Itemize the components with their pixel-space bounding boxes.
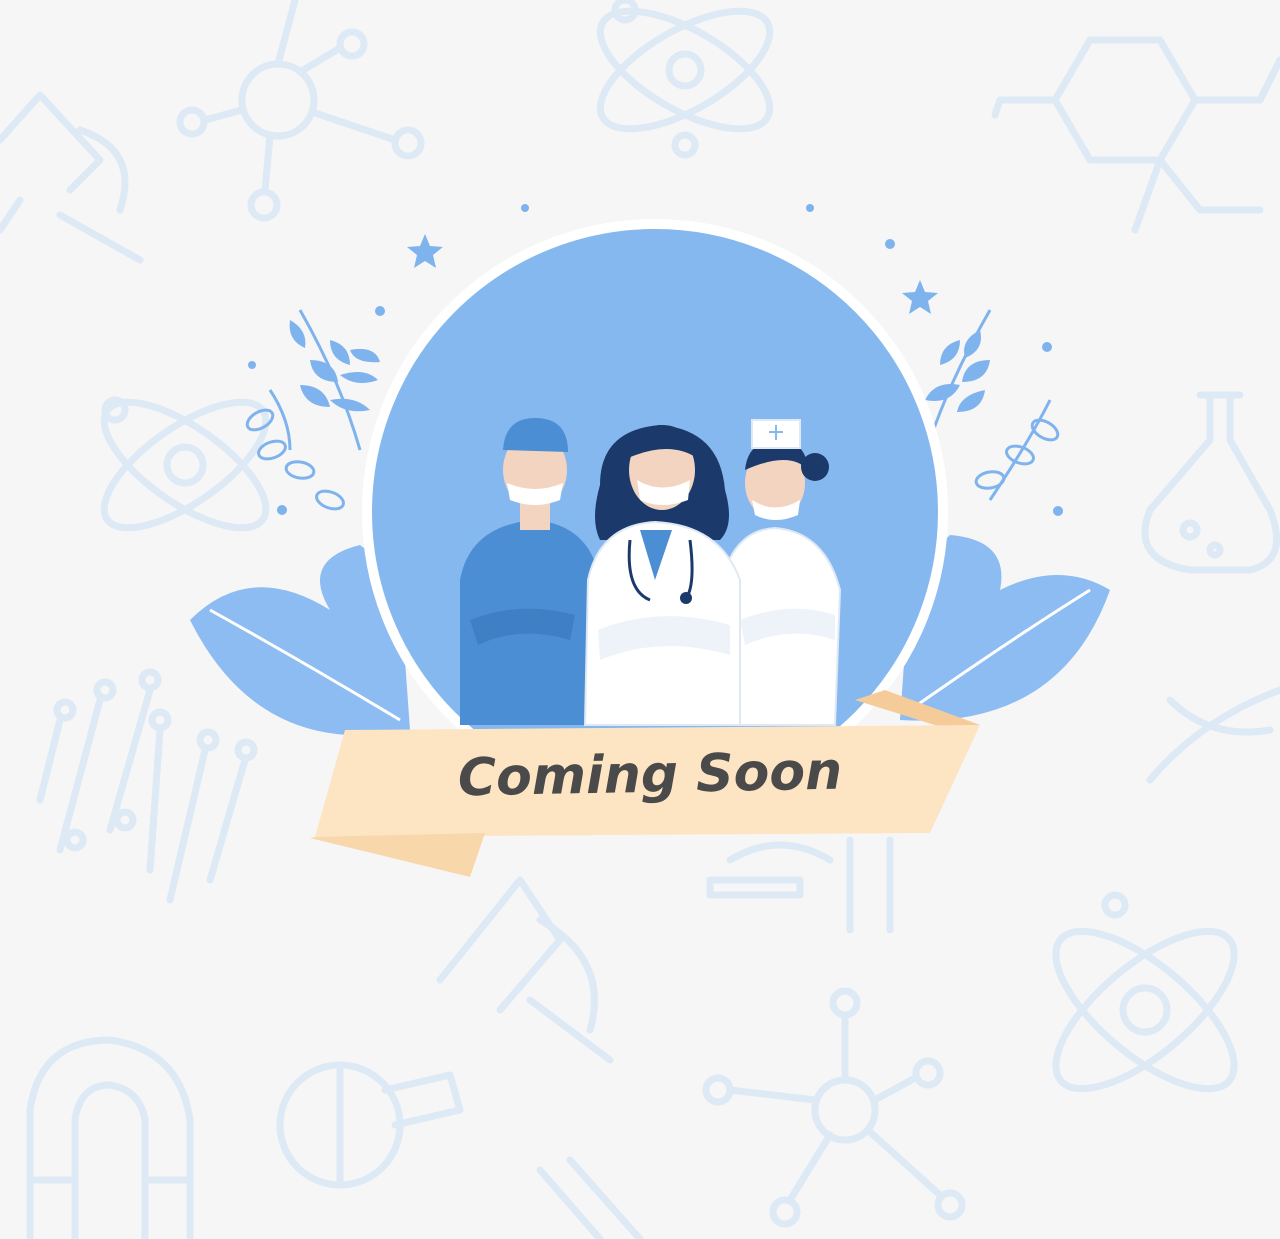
coming-soon-illustration xyxy=(190,204,1110,877)
doctor-character xyxy=(583,425,741,726)
